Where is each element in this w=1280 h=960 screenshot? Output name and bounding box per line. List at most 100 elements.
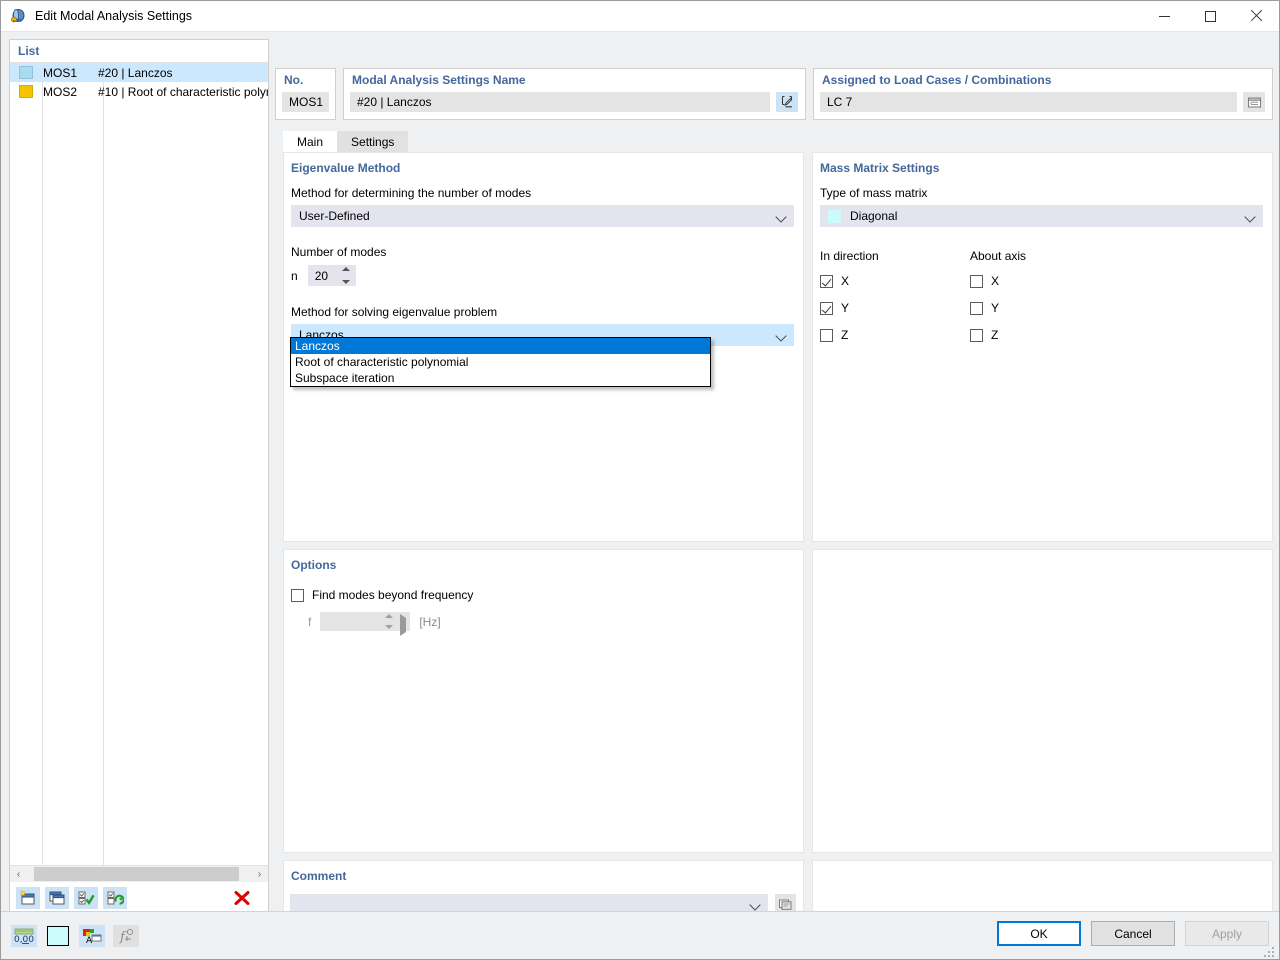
list-item[interactable]: MOS2 #10 | Root of characteristic polyno… <box>10 82 268 101</box>
list-item-color-swatch <box>19 66 33 79</box>
dropdown-option-lanczos[interactable]: Lanczos <box>291 338 710 354</box>
number-of-modes-stepper[interactable]: 20 <box>308 265 356 286</box>
dialog-buttons: OK Cancel Apply <box>997 921 1269 946</box>
dialog-footer: 0,00 A f <box>1 911 1279 959</box>
number-of-modes-value: 20 <box>315 269 328 283</box>
mass-matrix-type-value: Diagonal <box>850 209 897 223</box>
maximize-button[interactable] <box>1187 1 1233 31</box>
cyan-square-icon <box>47 926 69 946</box>
list-horizontal-scrollbar[interactable]: ‹ › <box>10 865 268 882</box>
resize-grip[interactable] <box>1264 945 1276 957</box>
frequency-unit-label: [Hz] <box>419 615 440 629</box>
find-modes-beyond-frequency-checkbox[interactable]: Find modes beyond frequency <box>291 586 803 604</box>
list-item-color-swatch <box>19 85 33 98</box>
about-axis-x-checkbox[interactable]: X <box>970 272 1026 290</box>
close-button[interactable] <box>1233 1 1279 31</box>
in-direction-y-checkbox[interactable]: Y <box>820 299 970 317</box>
invert-selection-button[interactable] <box>103 887 127 909</box>
cancel-button[interactable]: Cancel <box>1091 921 1175 946</box>
in-direction-y-label: Y <box>841 301 849 315</box>
assigned-panel: Assigned to Load Cases / Combinations LC… <box>813 68 1273 120</box>
ok-button[interactable]: OK <box>997 921 1081 946</box>
object-info-button[interactable]: A <box>79 925 105 947</box>
scrollbar-track[interactable] <box>27 866 251 882</box>
dialog-window: e Edit Modal Analysis Settings List MOS1… <box>0 0 1280 960</box>
number-method-combobox[interactable]: User-Defined <box>291 205 794 227</box>
color-swatch-button[interactable] <box>45 925 71 947</box>
number-value: MOS1 <box>282 92 329 112</box>
delete-item-button[interactable] <box>230 887 254 909</box>
about-axis-label: About axis <box>970 249 1026 263</box>
options-panel: Options Find modes beyond frequency f [H… <box>283 549 804 853</box>
n-symbol-label: n <box>291 269 298 283</box>
list-item[interactable]: MOS1 #20 | Lanczos <box>10 63 268 82</box>
about-axis-x-label: X <box>991 274 999 288</box>
eigenvalue-method-title: Eigenvalue Method <box>284 153 803 175</box>
checkbox-icon <box>291 589 304 602</box>
frequency-stepper <box>320 612 410 631</box>
about-axis-y-checkbox[interactable]: Y <box>970 299 1026 317</box>
scrollbar-thumb[interactable] <box>34 867 239 881</box>
checkbox-icon <box>970 302 983 315</box>
expand-arrow-icon <box>400 618 406 632</box>
tab-bar: Main Settings <box>283 131 408 152</box>
chevron-down-icon <box>777 324 786 346</box>
number-method-label: Method for determining the number of mod… <box>291 186 803 200</box>
pencil-edit-icon[interactable] <box>776 92 798 112</box>
options-title: Options <box>284 550 803 572</box>
svg-text:f: f <box>119 930 127 945</box>
tab-settings[interactable]: Settings <box>337 131 408 152</box>
tab-main[interactable]: Main <box>283 131 337 152</box>
in-direction-x-label: X <box>841 274 849 288</box>
comment-title: Comment <box>284 861 803 883</box>
list-panel: List MOS1 #20 | Lanczos MOS2 #10 | Root … <box>9 39 269 913</box>
solve-method-label: Method for solving eigenvalue problem <box>291 305 803 319</box>
mass-matrix-type-combobox[interactable]: Diagonal <box>820 205 1263 227</box>
number-panel: No. MOS1 <box>275 68 336 120</box>
list-toolbar <box>10 882 268 912</box>
list-item-label: #10 | Root of characteristic polynomia <box>98 85 268 99</box>
in-direction-x-checkbox[interactable]: X <box>820 272 970 290</box>
number-method-value: User-Defined <box>299 209 370 223</box>
in-direction-z-label: Z <box>841 328 848 342</box>
name-input[interactable]: #20 | Lanczos <box>350 92 770 112</box>
checkbox-icon <box>970 275 983 288</box>
dialog-body: List MOS1 #20 | Lanczos MOS2 #10 | Root … <box>1 32 1279 911</box>
find-modes-label: Find modes beyond frequency <box>312 588 473 602</box>
comment-library-icon <box>778 898 793 911</box>
decimal-places-button[interactable]: 0,00 <box>11 925 37 947</box>
checkbox-icon <box>820 329 833 342</box>
about-axis-z-checkbox[interactable]: Z <box>970 326 1026 344</box>
formula-button[interactable]: f <box>113 925 139 947</box>
minimize-button[interactable] <box>1141 1 1187 31</box>
checkbox-icon <box>820 302 833 315</box>
solve-method-dropdown-list[interactable]: Lanczos Root of characteristic polynomia… <box>290 337 711 387</box>
list-panel-title: List <box>10 40 268 62</box>
window-title: Edit Modal Analysis Settings <box>35 9 1141 23</box>
list-columns <box>10 63 268 865</box>
select-all-button[interactable] <box>74 887 98 909</box>
stepper-arrows-icon[interactable] <box>342 267 351 284</box>
frequency-symbol-label: f <box>308 615 311 629</box>
empty-panel-right-bottom <box>812 860 1273 913</box>
copy-item-button[interactable] <box>45 887 69 909</box>
list-item-id: MOS1 <box>43 66 98 80</box>
about-axis-z-label: Z <box>991 328 998 342</box>
number-label: No. <box>276 69 335 87</box>
dropdown-option-root-of-characteristic-polynomial[interactable]: Root of characteristic polynomial <box>291 354 710 370</box>
assigned-label: Assigned to Load Cases / Combinations <box>814 69 1272 87</box>
new-item-button[interactable] <box>16 887 40 909</box>
number-of-modes-label: Number of modes <box>291 245 803 259</box>
list-item-label: #20 | Lanczos <box>98 66 173 80</box>
table-select-icon[interactable] <box>1243 92 1265 112</box>
chevron-down-icon <box>1246 205 1255 227</box>
empty-panel-right <box>812 549 1273 853</box>
in-direction-z-checkbox[interactable]: Z <box>820 326 970 344</box>
mass-matrix-type-label: Type of mass matrix <box>820 186 1272 200</box>
scroll-left-arrow[interactable]: ‹ <box>10 866 27 882</box>
scroll-right-arrow[interactable]: › <box>251 866 268 882</box>
list-item-id: MOS2 <box>43 85 98 99</box>
dropdown-option-subspace-iteration[interactable]: Subspace iteration <box>291 370 710 386</box>
footer-tool-icons: 0,00 A f <box>1 925 139 947</box>
assigned-value[interactable]: LC 7 <box>820 92 1237 112</box>
